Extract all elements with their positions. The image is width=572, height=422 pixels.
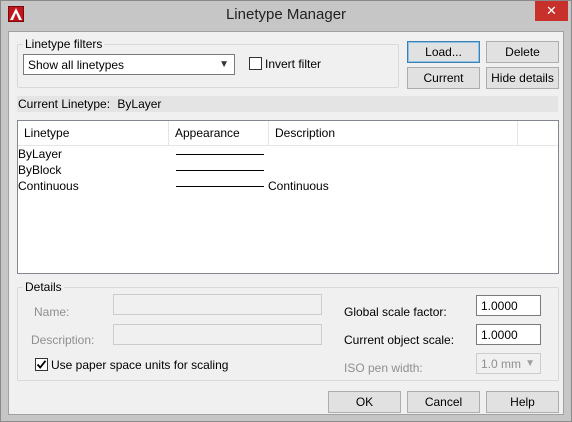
linetype-filter-select[interactable]: Show all linetypes ▼ bbox=[23, 54, 235, 75]
list-row[interactable]: ByBlock bbox=[18, 162, 558, 178]
invert-filter-label: Invert filter bbox=[265, 57, 322, 71]
checkmark-icon bbox=[36, 360, 47, 369]
current-linetype-bar: Current Linetype: ByLayer bbox=[17, 96, 558, 112]
linetype-appearance bbox=[176, 154, 264, 155]
object-scale-input[interactable]: 1.0000 bbox=[476, 324, 541, 345]
linetype-filter-value: Show all linetypes bbox=[28, 58, 125, 72]
description-label: Description: bbox=[31, 333, 95, 347]
invert-filter-checkbox[interactable] bbox=[249, 57, 262, 70]
load-button[interactable]: Load... bbox=[407, 41, 480, 63]
linetype-appearance bbox=[176, 186, 264, 187]
global-scale-input[interactable]: 1.0000 bbox=[476, 295, 541, 316]
global-scale-label: Global scale factor: bbox=[344, 305, 447, 319]
linetype-description: Continuous bbox=[268, 179, 329, 193]
column-separator[interactable] bbox=[517, 121, 518, 145]
window-title: Linetype Manager bbox=[225, 6, 347, 23]
chevron-down-icon: ▼ bbox=[219, 59, 229, 70]
column-header-appearance[interactable]: Appearance bbox=[169, 121, 268, 145]
list-row[interactable]: ByLayer bbox=[18, 146, 558, 162]
paper-space-checkbox[interactable] bbox=[35, 358, 48, 371]
iso-pen-label: ISO pen width: bbox=[344, 361, 423, 375]
cancel-button[interactable]: Cancel bbox=[407, 391, 480, 413]
list-header: Linetype Appearance Description bbox=[18, 121, 558, 146]
iso-pen-value: 1.0 mm bbox=[481, 357, 522, 371]
paper-space-label: Use paper space units for scaling bbox=[51, 358, 229, 372]
linetype-name: Continuous bbox=[18, 179, 79, 193]
hide-details-button[interactable]: Hide details bbox=[486, 67, 559, 89]
chevron-down-icon: ▼ bbox=[525, 358, 535, 369]
column-header-linetype[interactable]: Linetype bbox=[18, 121, 168, 145]
current-linetype-value: ByLayer bbox=[117, 97, 162, 111]
linetype-list[interactable]: Linetype Appearance Description ByLayer … bbox=[17, 120, 559, 274]
name-field bbox=[113, 294, 322, 315]
iso-pen-select: 1.0 mm ▼ bbox=[476, 353, 541, 374]
description-field bbox=[113, 324, 322, 345]
linetype-manager-window: Linetype Manager ✕ Linetype filters Show… bbox=[0, 0, 572, 422]
current-linetype-label: Current Linetype: bbox=[18, 97, 111, 111]
column-header-description[interactable]: Description bbox=[269, 121, 517, 145]
linetype-name: ByLayer bbox=[18, 147, 63, 161]
linetype-appearance bbox=[176, 170, 264, 171]
delete-button[interactable]: Delete bbox=[486, 41, 559, 63]
dialog-body: Linetype filters Show all linetypes ▼ In… bbox=[8, 31, 564, 415]
name-label: Name: bbox=[34, 305, 70, 319]
help-button[interactable]: Help bbox=[486, 391, 559, 413]
list-row[interactable]: Continuous Continuous bbox=[18, 178, 558, 194]
object-scale-label: Current object scale: bbox=[344, 333, 455, 347]
close-button[interactable]: ✕ bbox=[535, 1, 568, 21]
linetype-name: ByBlock bbox=[18, 163, 62, 177]
current-button[interactable]: Current bbox=[407, 67, 480, 89]
linetype-filters-label: Linetype filters bbox=[23, 37, 105, 51]
title-bar[interactable]: Linetype Manager ✕ bbox=[1, 1, 571, 29]
ok-button[interactable]: OK bbox=[328, 391, 401, 413]
details-label: Details bbox=[23, 280, 64, 294]
